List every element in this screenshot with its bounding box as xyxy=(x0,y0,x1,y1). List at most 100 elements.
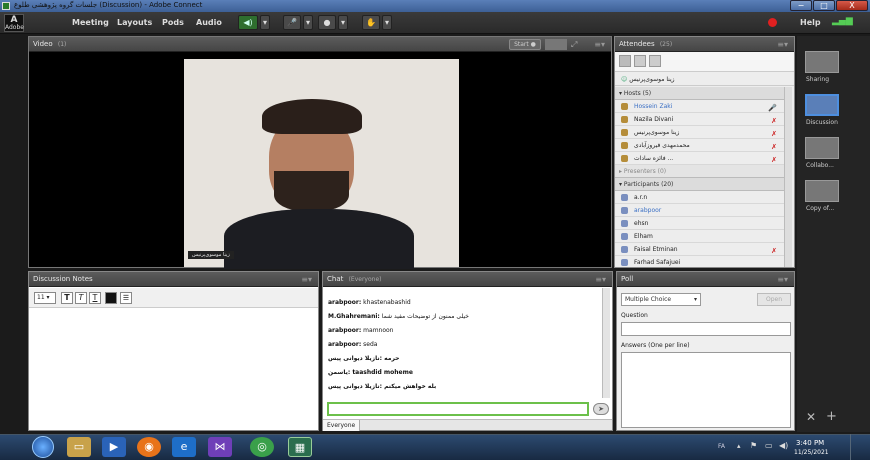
layout-copy-thumb[interactable] xyxy=(805,180,839,202)
webcam-dropdown[interactable]: ▾ xyxy=(338,15,348,30)
attendee-row[interactable]: Elham xyxy=(615,230,785,243)
layout-discussion-label[interactable]: Discussion xyxy=(806,119,838,126)
start-button-icon[interactable] xyxy=(32,436,54,458)
minimize-button[interactable]: − xyxy=(790,0,812,11)
send-message-icon[interactable]: ➤ xyxy=(593,403,609,415)
attendees-pod-menu-icon[interactable]: ≡▾ xyxy=(777,37,788,52)
attendee-row[interactable]: a.r.n xyxy=(615,191,785,204)
breakout-view-icon[interactable] xyxy=(634,55,646,67)
poll-question-input[interactable] xyxy=(621,322,791,336)
show-hidden-icons-icon[interactable]: ▴ xyxy=(737,442,741,450)
network-icon[interactable]: ▭ xyxy=(765,441,773,450)
attendee-row[interactable]: Hossein Zaki 🎤 xyxy=(615,100,785,113)
chat-scrollbar[interactable] xyxy=(602,288,610,398)
chat-pod-menu-icon[interactable]: ≡▾ xyxy=(595,272,606,287)
file-explorer-icon[interactable]: ▭ xyxy=(67,437,91,457)
clock-time[interactable]: 3:40 PM xyxy=(796,439,824,447)
attendees-scrollbar[interactable] xyxy=(784,87,792,267)
notes-text-area[interactable] xyxy=(29,309,318,430)
chat-input[interactable] xyxy=(327,402,589,416)
chevron-down-icon: ▾ xyxy=(693,296,697,303)
attendee-row[interactable]: ehsn xyxy=(615,217,785,230)
start-webcam-button[interactable]: Start ● xyxy=(509,39,541,50)
internet-explorer-icon[interactable]: e xyxy=(172,437,196,457)
signal-strength-icon: ▂▄▆ xyxy=(832,16,853,26)
video-pod-menu-icon[interactable]: ≡▾ xyxy=(594,37,605,52)
webcam-icon[interactable]: ● xyxy=(318,15,336,30)
attendee-row[interactable]: زینا موسوی‌پرنیس ✗ xyxy=(615,126,785,139)
video-title: Video xyxy=(33,40,53,48)
microphone-icon[interactable]: 🎤 xyxy=(283,15,301,30)
layout-sharing-label[interactable]: Sharing xyxy=(806,76,829,83)
visual-studio-icon[interactable]: ⋈ xyxy=(208,437,232,457)
maximize-button[interactable]: □ xyxy=(813,0,835,11)
layout-discussion-thumb[interactable] xyxy=(805,94,839,116)
menu-meeting[interactable]: Meeting xyxy=(72,18,109,27)
adobe-connect-taskbar-icon[interactable]: ▦ xyxy=(288,437,312,457)
presenters-section[interactable]: ▸ Presenters (0) xyxy=(615,165,785,178)
chrome-icon[interactable]: ◎ xyxy=(250,437,274,457)
video-layout-icon[interactable] xyxy=(545,39,567,50)
video-pod-header: Video (1) Start ● ⤢ ≡▾ xyxy=(29,37,611,52)
add-layout-icon[interactable]: + xyxy=(826,409,837,424)
clock-date[interactable]: 11/25/2021 xyxy=(794,449,829,456)
action-center-icon[interactable]: ⚑ xyxy=(750,441,757,450)
participant-hair xyxy=(262,99,362,134)
close-button[interactable]: X xyxy=(836,0,868,11)
layout-collaboration-label[interactable]: Collabo... xyxy=(806,162,834,169)
font-size-select[interactable]: 11 ▾ xyxy=(34,292,56,304)
attendees-toolbar xyxy=(615,52,794,72)
microphone-dropdown[interactable]: ▾ xyxy=(303,15,313,30)
host-icon xyxy=(621,103,628,110)
tools-icon[interactable]: ✕ xyxy=(806,410,816,424)
chat-tab-everyone[interactable]: Everyone xyxy=(323,420,361,431)
participants-section[interactable]: ▾ Participants (20) xyxy=(615,178,785,191)
firefox-icon[interactable]: ◉ xyxy=(137,437,161,457)
volume-icon[interactable]: ◀) xyxy=(779,441,788,450)
poll-pod-header: Poll ≡▾ xyxy=(617,272,794,287)
attendee-row[interactable]: محمدمهدی فیروزآبادی ✗ xyxy=(615,139,785,152)
menu-pods[interactable]: Pods xyxy=(162,18,184,27)
underline-icon[interactable]: T xyxy=(89,292,101,304)
chat-message: یاسمن: taashdid moheme xyxy=(328,369,413,376)
chat-pod-header: Chat (Everyone) ≡▾ xyxy=(323,272,612,287)
raise-hand-icon[interactable]: ✋ xyxy=(362,15,380,30)
poll-answers-input[interactable] xyxy=(621,352,791,428)
bullet-list-icon[interactable]: ☰ xyxy=(120,292,132,304)
poll-type-select[interactable]: Multiple Choice ▾ xyxy=(621,293,701,306)
layout-copy-label[interactable]: Copy of... xyxy=(806,205,834,212)
notes-pod-menu-icon[interactable]: ≡▾ xyxy=(301,272,312,287)
text-color-icon[interactable] xyxy=(105,292,117,304)
attendee-row[interactable]: Faisal Etminan ✗ xyxy=(615,243,785,256)
speaker-icon[interactable]: ◀) xyxy=(238,15,258,30)
chat-message: arabpoor: mamnoon xyxy=(328,327,394,334)
italic-icon[interactable]: T xyxy=(75,292,87,304)
hosts-section[interactable]: ▾ Hosts (5) xyxy=(615,87,785,100)
attendee-row[interactable]: فائزه سادات ... ✗ xyxy=(615,152,785,165)
participant-icon xyxy=(621,220,628,227)
status-dropdown[interactable]: ▾ xyxy=(382,15,392,30)
attendee-row[interactable]: Nazila Divani ✗ xyxy=(615,113,785,126)
chat-scope: (Everyone) xyxy=(348,276,382,283)
show-desktop-button[interactable] xyxy=(850,434,870,460)
menu-help[interactable]: Help xyxy=(800,18,821,27)
layout-collaboration-thumb[interactable] xyxy=(805,137,839,159)
menu-layouts[interactable]: Layouts xyxy=(117,18,152,27)
media-player-icon[interactable]: ▶ xyxy=(102,437,126,457)
open-poll-button[interactable]: Open xyxy=(757,293,791,306)
menu-audio[interactable]: Audio xyxy=(196,18,222,27)
attendee-row[interactable]: Farhad Safajuei xyxy=(615,256,785,267)
attendee-row[interactable]: arabpoor xyxy=(615,204,785,217)
fullscreen-icon[interactable]: ⤢ xyxy=(571,39,583,50)
bold-icon[interactable]: T xyxy=(61,292,73,304)
speaker-dropdown[interactable]: ▾ xyxy=(260,15,270,30)
chat-tab-bar: Everyone xyxy=(323,419,612,431)
layout-sharing-thumb[interactable] xyxy=(805,51,839,73)
app-icon xyxy=(2,2,10,10)
list-view-icon[interactable] xyxy=(619,55,631,67)
sort-icon[interactable] xyxy=(649,55,661,67)
poll-pod-menu-icon[interactable]: ≡▾ xyxy=(777,272,788,287)
my-status-row[interactable]: ☺ زینا موسوی‌پرنیس xyxy=(615,73,794,86)
chat-pod: Chat (Everyone) ≡▾ arabpoor: khastenabas… xyxy=(322,271,613,431)
keyboard-language[interactable]: FA xyxy=(718,443,725,450)
